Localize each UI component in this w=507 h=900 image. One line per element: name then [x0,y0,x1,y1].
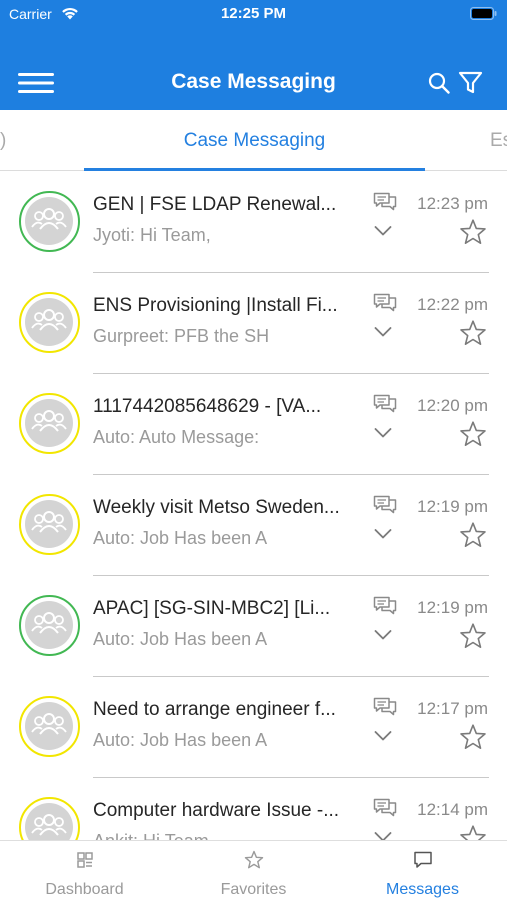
star-icon[interactable] [459,723,487,751]
message-row[interactable]: Weekly visit Metso Sweden... Auto: Job H… [0,475,507,576]
chevron-down-icon[interactable] [374,528,392,540]
message-time: 12:14 pm [417,800,488,819]
message-preview: Jyoti: Hi Team, [93,225,211,245]
tab-bar: ) Case Messaging Es [0,110,507,171]
chevron-down-icon[interactable] [374,831,392,840]
message-row[interactable]: Need to arrange engineer f... Auto: Job … [0,677,507,778]
tab-active-indicator [84,168,425,171]
chevron-down-icon[interactable] [374,225,392,237]
message-list[interactable]: GEN | FSE LDAP Renewal... Jyoti: Hi Team… [0,172,507,840]
message-title: Computer hardware Issue -... [93,800,340,821]
tab-messages[interactable]: Messages [338,841,507,900]
message-time: 12:19 pm [417,497,488,516]
chevron-down-icon[interactable] [374,730,392,742]
star-icon[interactable] [459,420,487,448]
star-icon[interactable] [459,521,487,549]
message-time: 12:19 pm [417,598,488,617]
chevron-down-icon[interactable] [374,326,392,338]
conversation-icon[interactable] [373,192,397,212]
tab-messages-label: Messages [386,881,459,898]
avatar [19,696,80,757]
group-icon [31,511,67,533]
tab-dashboard[interactable]: Dashboard [0,841,169,900]
message-preview: Auto: Job Has been A [93,528,268,548]
tab-favorites-label: Favorites [220,881,287,898]
avatar [19,191,80,252]
conversation-icon[interactable] [373,495,397,515]
tab-case-messaging[interactable]: Case Messaging [84,130,425,152]
group-icon [31,612,67,634]
message-row[interactable]: GEN | FSE LDAP Renewal... Jyoti: Hi Team… [0,172,507,273]
group-icon [31,814,67,836]
star-outline-icon [244,850,264,869]
battery-icon [470,7,497,20]
message-title: APAC] [SG-SIN-MBC2] [Li... [93,598,331,619]
message-time: 12:20 pm [417,396,488,415]
message-row[interactable]: 1117442085648629 - [VA... Auto: Auto Mes… [0,374,507,475]
avatar [19,494,80,555]
chat-bubble-icon [414,851,432,868]
star-icon[interactable] [459,622,487,650]
message-title: Need to arrange engineer f... [93,699,336,720]
search-icon[interactable] [428,72,450,94]
navbar: Case Messaging [0,58,507,108]
message-row[interactable]: APAC] [SG-SIN-MBC2] [Li... Auto: Job Has… [0,576,507,677]
avatar [19,595,80,656]
tab-previous[interactable]: ) [0,130,6,152]
status-bar: Carrier 12:25 PM [0,0,507,32]
message-title: Weekly visit Metso Sweden... [93,497,340,518]
group-icon [31,410,67,432]
tab-dashboard-label: Dashboard [45,881,124,898]
dashboard-icon [77,852,93,868]
conversation-icon[interactable] [373,697,397,717]
message-preview: Ankit: Hi Team, [93,831,289,840]
star-icon[interactable] [459,218,487,246]
group-icon [31,713,67,735]
chevron-down-icon[interactable] [374,629,392,641]
conversation-icon[interactable] [373,394,397,414]
message-row[interactable]: Computer hardware Issue -... Ankit: Hi T… [0,778,507,840]
star-icon[interactable] [459,824,487,840]
group-icon [31,208,67,230]
app-header: Carrier 12:25 PM Case Messaging [0,0,507,110]
message-preview: Auto: Job Has been A [93,629,268,649]
avatar [19,797,80,840]
clock: 12:25 PM [220,5,287,22]
message-title: ENS Provisioning |Install Fi... [93,295,338,316]
message-time: 12:23 pm [417,194,488,213]
message-title: GEN | FSE LDAP Renewal... [93,194,337,215]
message-preview: Gurpreet: PFB the SH [93,326,270,346]
chevron-down-icon[interactable] [374,427,392,439]
message-title: 1117442085648629 - [VA... [93,396,322,417]
conversation-icon[interactable] [373,596,397,616]
avatar [19,292,80,353]
bottom-tab-bar: Dashboard Favorites Messages [0,840,507,900]
filter-icon[interactable] [458,71,483,95]
avatar [19,393,80,454]
message-preview: Auto: Job Has been A [93,730,268,750]
message-preview: Auto: Auto Message: [93,427,260,447]
group-icon [31,309,67,331]
conversation-icon[interactable] [373,293,397,313]
message-row[interactable]: ENS Provisioning |Install Fi... Gurpreet… [0,273,507,374]
tab-favorites[interactable]: Favorites [169,841,338,900]
message-time: 12:22 pm [417,295,488,314]
tab-next[interactable]: Es [490,130,507,152]
conversation-icon[interactable] [373,798,397,818]
star-icon[interactable] [459,319,487,347]
message-time: 12:17 pm [417,699,488,718]
